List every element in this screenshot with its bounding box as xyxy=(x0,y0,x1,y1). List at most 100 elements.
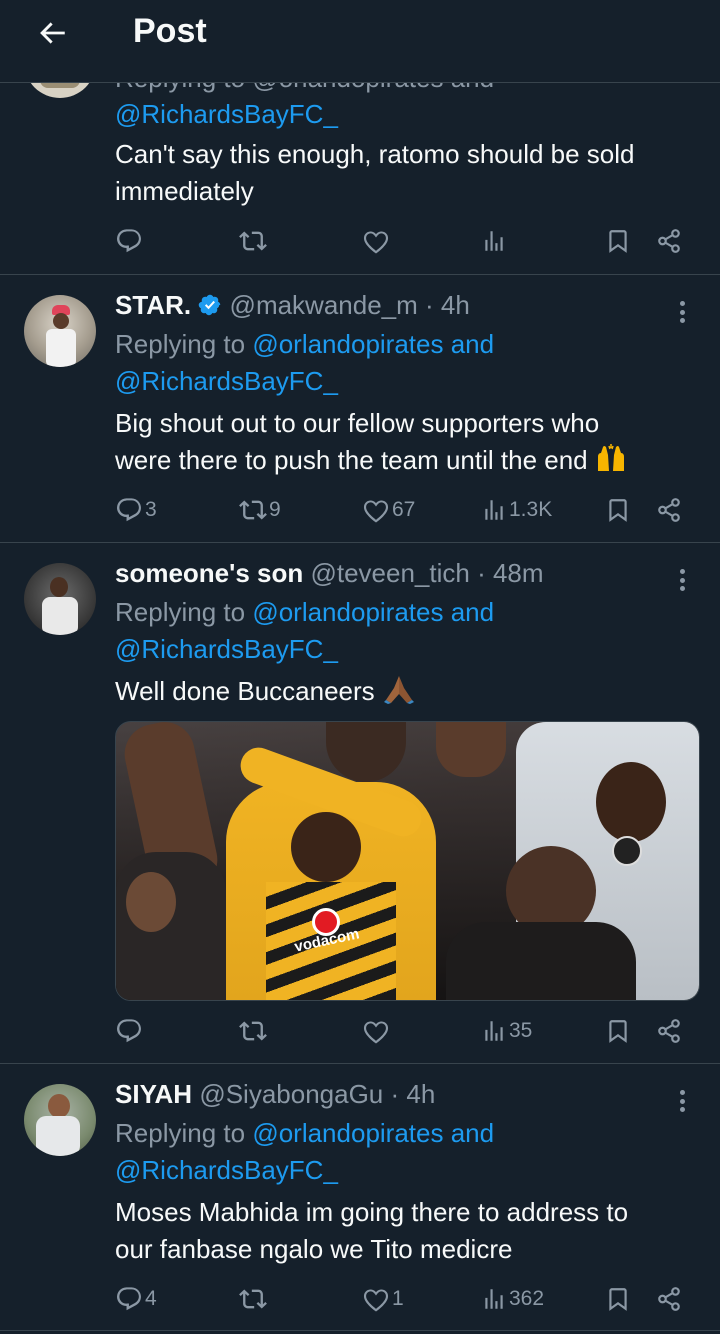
bookmark-icon xyxy=(605,228,631,254)
views-button[interactable]: 362 xyxy=(481,1282,544,1316)
more-options-button[interactable] xyxy=(672,297,692,327)
bookmark-button[interactable] xyxy=(605,1014,631,1048)
share-icon xyxy=(656,497,682,523)
share-button[interactable] xyxy=(656,224,682,258)
raising-hands-icon xyxy=(597,444,624,471)
more-options-button[interactable] xyxy=(672,565,692,595)
heart-icon xyxy=(362,1285,390,1313)
view-count: 362 xyxy=(509,1287,545,1310)
tweet-media-image[interactable]: vodacom xyxy=(115,721,700,1001)
reply-count: 3 xyxy=(145,498,157,521)
tweet-header: SIYAH @SiyabongaGu · 4h xyxy=(115,1076,700,1113)
heart-icon xyxy=(362,496,390,524)
bookmark-button[interactable] xyxy=(605,1282,631,1316)
tweet-header: someone's son @teveen_tich · 48m xyxy=(115,555,700,592)
display-name[interactable]: SIYAH xyxy=(115,1079,192,1109)
more-options-button[interactable] xyxy=(672,1086,692,1116)
views-icon xyxy=(481,497,507,523)
tweet-1[interactable]: Replying to @orlandopirates and @Richard… xyxy=(0,82,720,275)
views-button[interactable]: 1.3K xyxy=(481,493,552,527)
reply-mention[interactable]: @RichardsBayFC_ xyxy=(115,96,700,133)
arrow-left-icon xyxy=(40,22,65,44)
display-name[interactable]: someone's son xyxy=(115,558,303,588)
views-icon xyxy=(481,228,507,254)
share-icon xyxy=(656,1018,682,1044)
replying-to-cropped: Replying to @orlandopirates and xyxy=(115,82,494,97)
reply-button[interactable]: 3 xyxy=(115,493,157,527)
handle[interactable]: @makwande_m xyxy=(230,290,418,320)
reply-mention[interactable]: @RichardsBayFC_ xyxy=(115,1152,700,1189)
timestamp[interactable]: · 4h xyxy=(391,1079,436,1109)
reply-button[interactable] xyxy=(115,224,143,258)
like-button[interactable] xyxy=(362,224,390,258)
avatar[interactable] xyxy=(24,295,96,367)
reply-mention[interactable]: @RichardsBayFC_ xyxy=(115,631,700,668)
reply-count: 4 xyxy=(145,1287,157,1310)
bookmark-button[interactable] xyxy=(605,224,631,258)
repost-button[interactable] xyxy=(239,1014,267,1048)
like-count: 1 xyxy=(392,1287,404,1310)
back-button[interactable] xyxy=(30,14,74,52)
page-title: Post xyxy=(133,12,207,50)
reply-icon xyxy=(115,1017,143,1045)
bookmark-button[interactable] xyxy=(605,493,631,527)
like-button[interactable]: 67 xyxy=(362,493,415,527)
repost-icon xyxy=(239,1017,267,1045)
views-button[interactable] xyxy=(481,224,507,258)
reply-mention[interactable]: @RichardsBayFC_ xyxy=(115,363,700,400)
tweet-4[interactable]: SIYAH @SiyabongaGu · 4h Replying to @orl… xyxy=(0,1064,720,1331)
reply-mention[interactable]: @orlandopirates and xyxy=(252,1118,494,1148)
handle[interactable]: @SiyabongaGu xyxy=(199,1079,383,1109)
handle[interactable]: @teveen_tich xyxy=(310,558,469,588)
share-button[interactable] xyxy=(656,1282,682,1316)
like-count: 67 xyxy=(392,498,416,521)
view-count: 1.3K xyxy=(509,498,553,521)
share-button[interactable] xyxy=(656,1014,682,1048)
heart-icon xyxy=(362,1017,390,1045)
views-button[interactable]: 35 xyxy=(481,1014,532,1048)
reply-icon xyxy=(115,1285,143,1313)
timestamp[interactable]: · 48m xyxy=(477,558,543,588)
repost-button[interactable]: 9 xyxy=(239,493,281,527)
tweet-3[interactable]: someone's son @teveen_tich · 48m Replyin… xyxy=(0,543,720,1064)
share-icon xyxy=(656,1286,682,1312)
tweet-text: Can't say this enough, ratomo should be … xyxy=(115,139,635,206)
share-icon xyxy=(656,228,682,254)
tweet-header: STAR. @makwande_m · 4h xyxy=(115,287,700,324)
repost-icon xyxy=(239,227,267,255)
folded-hands-icon xyxy=(383,676,414,704)
display-name[interactable]: STAR. xyxy=(115,290,191,320)
verified-badge-icon xyxy=(199,294,221,316)
repost-button[interactable] xyxy=(239,1282,267,1316)
avatar[interactable] xyxy=(24,563,96,635)
top-bar: Post xyxy=(0,0,720,83)
bookmark-icon xyxy=(605,497,631,523)
like-button[interactable] xyxy=(362,1014,390,1048)
like-button[interactable]: 1 xyxy=(362,1282,404,1316)
reply-button[interactable] xyxy=(115,1014,143,1048)
views-icon xyxy=(481,1286,507,1312)
reply-icon xyxy=(115,227,143,255)
repost-count: 9 xyxy=(269,498,281,521)
replying-to: Replying to @orlandopirates and xyxy=(115,329,495,359)
repost-button[interactable] xyxy=(239,224,267,258)
timestamp[interactable]: · 4h xyxy=(425,290,470,320)
repost-icon xyxy=(239,1285,267,1313)
avatar[interactable] xyxy=(24,1084,96,1156)
reply-icon xyxy=(115,496,143,524)
replying-to: Replying to @orlandopirates and xyxy=(115,597,495,627)
share-button[interactable] xyxy=(656,493,682,527)
tweet-2[interactable]: STAR. @makwande_m · 4h Replying to @orla… xyxy=(0,275,720,543)
view-count: 35 xyxy=(509,1019,533,1042)
repost-icon xyxy=(239,496,267,524)
reply-mention[interactable]: @orlandopirates and xyxy=(252,329,494,359)
avatar[interactable] xyxy=(24,82,96,98)
bookmark-icon xyxy=(605,1286,631,1312)
reply-button[interactable]: 4 xyxy=(115,1282,157,1316)
replying-to: Replying to @orlandopirates and xyxy=(115,1118,495,1148)
bookmark-icon xyxy=(605,1018,631,1044)
views-icon xyxy=(481,1018,507,1044)
heart-icon xyxy=(362,227,390,255)
reply-mention[interactable]: @orlandopirates and xyxy=(252,597,494,627)
tweet-text: Moses Mabhida im going there to address … xyxy=(115,1197,629,1264)
